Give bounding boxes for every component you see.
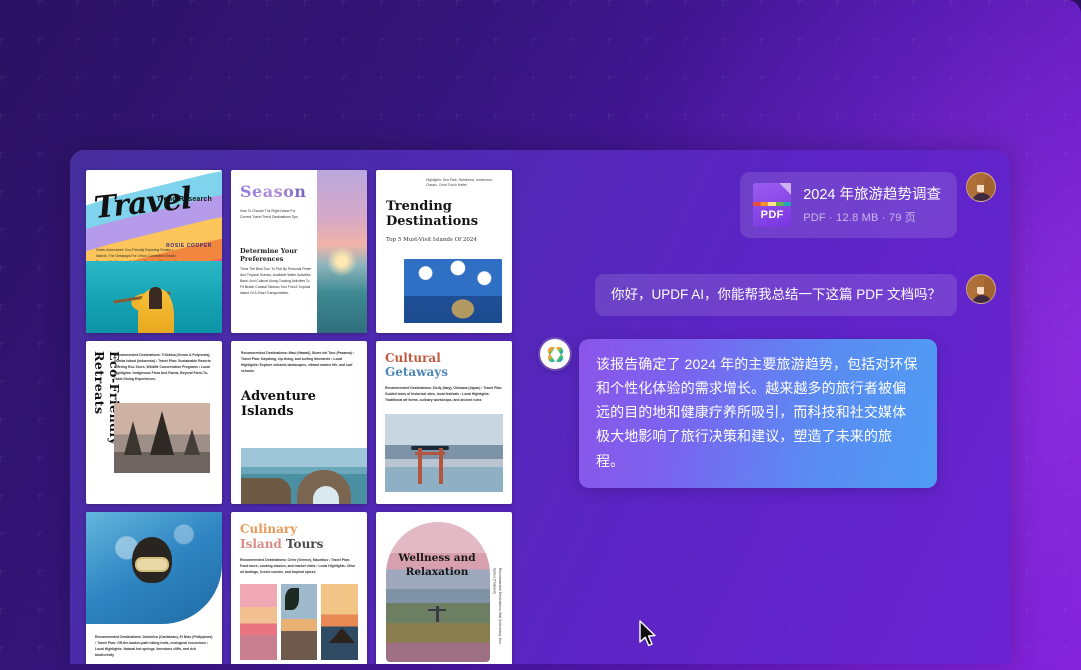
thumb-section-body: Think The Best Tour To Pick By Personal … <box>240 267 312 296</box>
thumbnail-eco-friendly-retreats[interactable]: Eco-Friendly Retreats Recommended Destin… <box>86 341 222 504</box>
thumbnail-season[interactable]: Season How To Choose The Right Island Fo… <box>231 170 367 333</box>
thumb-vertical-note: Recommended Destinations: Bali (Indonesi… <box>492 568 502 644</box>
user-message-bubble[interactable]: 你好，UPDF AI，你能帮我总结一下这篇 PDF 文档吗？ <box>594 274 957 317</box>
sunset-photo-1 <box>240 583 277 660</box>
chat-message-ai: 该报告确定了 2024 年的主要旅游趋势，包括对环保和个性化体验的需求增长。越来… <box>540 339 996 488</box>
file-name: 2024 年旅游趋势调查 <box>803 186 941 203</box>
thumb-title: Adventure Islands <box>241 388 317 420</box>
thumb-subtitle: How To Choose The Right Island For Curre… <box>240 209 298 219</box>
pdf-icon-label: PDF <box>760 209 784 221</box>
thumbnail-culinary-island-tours[interactable]: Culinary Island Tours Recommended Destin… <box>231 512 367 664</box>
chat-thread: PDF 2024 年旅游趋势调查 PDF · 12.8 MB · 79 页 你好… <box>540 172 996 650</box>
chat-message-file: PDF 2024 年旅游趋势调查 PDF · 12.8 MB · 79 页 <box>540 172 996 238</box>
thumb-title-part-1: Culinary <box>240 522 298 536</box>
sunset-ocean-photo <box>316 170 367 333</box>
thumb-title-part-1: Cultural <box>385 351 441 365</box>
thumb-byline: ROSIE COOPER <box>166 243 212 249</box>
thumb-section-heading: Determine Your Preferences <box>240 247 298 264</box>
file-meta: PDF · 12.8 MB · 79 页 <box>803 212 917 225</box>
thumb-body-text: Recommended Destinations: Crete (Greece)… <box>240 558 356 574</box>
thumb-title-part-3: Tours <box>281 537 324 551</box>
thumb-title: Season <box>240 182 307 201</box>
user-avatar <box>966 274 996 304</box>
thumb-title: Trending Destinations <box>386 198 479 230</box>
thumb-body-text: Recommended Destinations: Dominica (Cari… <box>95 635 213 658</box>
thumbnail-diver[interactable]: Recommended Destinations: Dominica (Cari… <box>86 512 222 664</box>
thumb-title: Culinary Island Tours <box>240 522 358 552</box>
thumb-body-text: Recommended Destinations: Maui (Hawaii),… <box>241 351 354 373</box>
thumbnail-wellness-and-relaxation[interactable]: Wellness and Relaxation Recommended Dest… <box>376 512 512 664</box>
thumb-body-text: Recommended Destinations: Sicily (Italy)… <box>385 385 503 402</box>
ai-message-bubble[interactable]: 该报告确定了 2024 年的主要旅游趋势，包括对环保和个性化体验的需求增长。越来… <box>579 339 937 488</box>
sea-stacks-photo <box>114 403 210 473</box>
thumbnail-trending-destinations[interactable]: Highlights: Sea Park, Rainforest, Immers… <box>376 170 512 333</box>
updf-ai-clover-icon <box>540 339 570 370</box>
beach-hut-photo-3 <box>321 583 359 660</box>
torii-gate-photo <box>385 413 503 492</box>
thumbnail-cultural-getaways[interactable]: Cultural Getaways Recommended Destinatio… <box>376 341 512 504</box>
sea-arch-photo <box>241 448 367 504</box>
document-thumbnail-grid: Travel Trend Research Green Adventures: … <box>86 170 526 664</box>
pdf-file-icon: PDF <box>753 183 792 227</box>
island-photo <box>404 258 502 323</box>
palm-photo-2 <box>280 583 318 660</box>
attached-file-card[interactable]: PDF 2024 年旅游趋势调查 PDF · 12.8 MB · 79 页 <box>740 172 957 238</box>
thumb-body-text: Recommended Destinations: Trilokina (Oce… <box>114 353 211 381</box>
thumb-title: Cultural Getaways <box>385 351 503 380</box>
thumb-subtitle: Top 5 Must-Visit Islands Of 2024 <box>386 236 477 243</box>
kayak-photo <box>86 261 222 333</box>
thumb-top-note: Highlights: Sea Park, Rainforest, Immers… <box>426 178 493 188</box>
file-info: 2024 年旅游趋势调查 PDF · 12.8 MB · 79 页 <box>803 185 941 225</box>
thumbnail-adventure-islands[interactable]: Recommended Destinations: Maui (Hawaii),… <box>231 341 367 504</box>
thumb-title-part-2: Island <box>240 537 282 551</box>
chat-message-user: 你好，UPDF AI，你能帮我总结一下这篇 PDF 文档吗？ <box>540 274 996 317</box>
underwater-diver-photo <box>86 512 222 624</box>
user-avatar <box>966 172 996 202</box>
thumb-title-part-2: Getaways <box>385 365 449 380</box>
thumbnail-travel-trend-research[interactable]: Travel Trend Research Green Adventures: … <box>86 170 222 333</box>
app-window: Travel Trend Research Green Adventures: … <box>0 0 1081 670</box>
updf-ai-panel: Travel Trend Research Green Adventures: … <box>70 150 1010 664</box>
thumb-kicker: Trend Research <box>156 196 212 203</box>
thumb-title: Wellness and Relaxation <box>398 552 476 578</box>
photo-strip <box>240 583 359 660</box>
mountain-sunset-photo <box>386 522 490 662</box>
